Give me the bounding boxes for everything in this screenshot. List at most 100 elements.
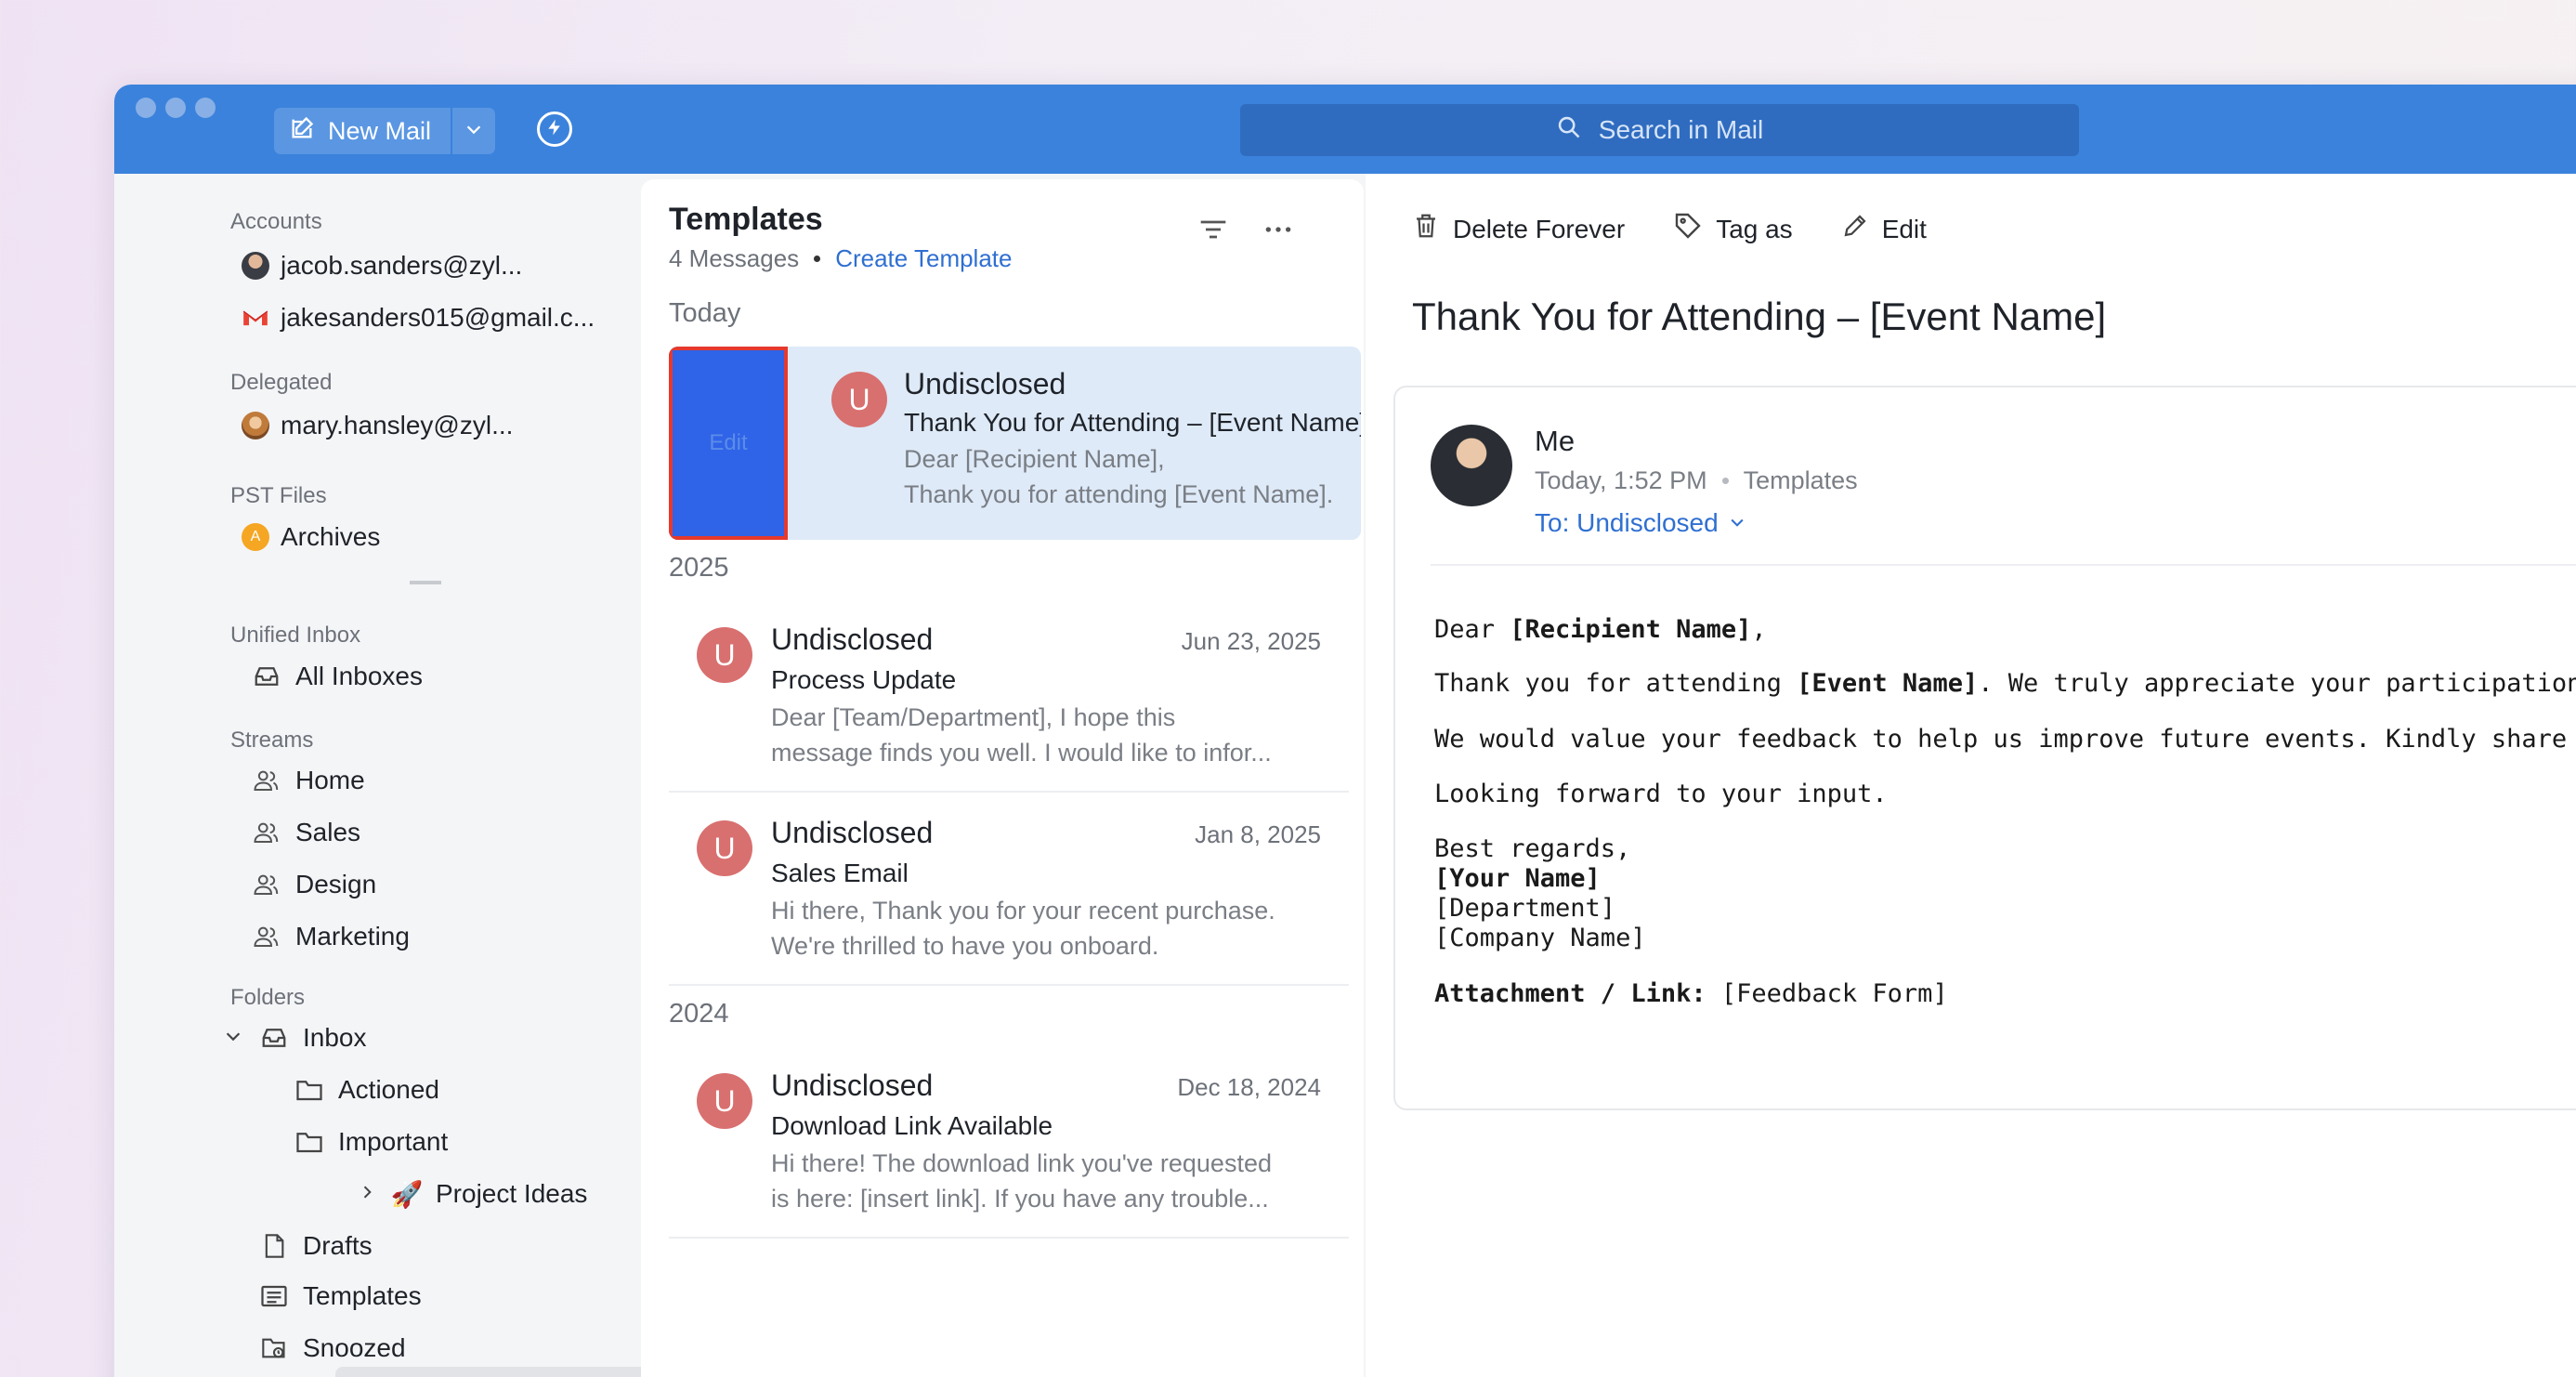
item-subject: Sales Email xyxy=(771,859,909,887)
body-attachment: Attachment / Link: [Feedback Form] xyxy=(1434,979,1948,1008)
folder-item-templates[interactable]: Templates xyxy=(258,1281,422,1311)
create-template-link[interactable]: Create Template xyxy=(835,244,1012,273)
folder-item-actioned[interactable]: Actioned xyxy=(294,1075,439,1105)
message-card: Me Today, 1:52 PM Templates To: Undisclo… xyxy=(1393,386,2576,1110)
folder-label: Templates xyxy=(303,1281,422,1310)
delete-forever-button[interactable]: Delete Forever xyxy=(1412,211,1625,247)
bolt-icon xyxy=(545,117,564,142)
stream-item-sales[interactable]: Sales xyxy=(251,818,360,847)
folder-item-project-ideas[interactable]: 🚀 Project Ideas xyxy=(358,1179,587,1209)
accounts-heading: Accounts xyxy=(230,209,322,234)
list-item[interactable]: U Undisclosed Jun 23, 2025 Process Updat… xyxy=(669,599,1349,793)
body-signature-dept: [Department] xyxy=(1434,894,1616,923)
row-divider xyxy=(669,1237,1349,1239)
pst-item-archives[interactable]: A Archives xyxy=(242,522,380,552)
minimize-window-button[interactable] xyxy=(165,98,186,118)
tag-as-button[interactable]: Tag as xyxy=(1673,211,1793,247)
delegated-item-mary[interactable]: mary.hansley@zyl... xyxy=(242,411,513,440)
sender-meta: Today, 1:52 PM Templates xyxy=(1535,466,1858,495)
folder-icon xyxy=(294,1076,325,1104)
list-item[interactable]: Edit U Undisclosed Thank You for Attendi… xyxy=(669,347,1361,540)
separator-dot xyxy=(1721,478,1729,484)
unified-inbox-heading: Unified Inbox xyxy=(230,623,361,648)
recipients-toggle[interactable]: To: Undisclosed xyxy=(1535,508,1746,538)
stream-label: Marketing xyxy=(295,922,410,951)
close-window-button[interactable] xyxy=(136,98,156,118)
body-bold: Attachment / Link: xyxy=(1434,979,1706,1008)
item-preview: Hi there! The download link you've reque… xyxy=(771,1146,1319,1216)
item-from: Undisclosed xyxy=(904,367,1066,400)
item-preview: Dear [Recipient Name], Thank you for att… xyxy=(904,441,1361,512)
swipe-edit-action[interactable]: Edit xyxy=(669,347,788,540)
stream-item-design[interactable]: Design xyxy=(251,870,376,899)
reader-toolbar: Delete Forever Tag as Edit xyxy=(1412,211,1927,247)
search-input[interactable]: Search in Mail xyxy=(1240,104,2079,156)
attachment-link[interactable]: [Feedback Form] xyxy=(1706,979,1948,1008)
message-folder: Templates xyxy=(1743,466,1858,494)
stream-label: Home xyxy=(295,766,365,794)
more-options-button[interactable] xyxy=(1263,216,1293,247)
folder-item-important[interactable]: Important xyxy=(294,1127,448,1157)
app-window: New Mail Search in Mail Accounts jacob.s… xyxy=(114,85,2576,1377)
message-list-panel: Templates 4 Messages Create Template Tod… xyxy=(641,179,1364,1377)
filter-button[interactable] xyxy=(1198,216,1228,247)
body-regards: Best regards, xyxy=(1434,834,1631,863)
item-preview-line: Thank you for attending [Event Name]. xyxy=(904,480,1334,508)
new-mail-options-button[interactable] xyxy=(451,108,495,154)
separator-dot xyxy=(814,256,821,262)
account-item-zylker[interactable]: jacob.sanders@zyl... xyxy=(242,251,522,281)
body-bold: [Recipient Name] xyxy=(1510,615,1752,644)
account-label: jacob.sanders@zyl... xyxy=(281,251,523,280)
body-text: . We truly appreciate your participation… xyxy=(1978,669,2576,698)
account-label: jakesanders015@gmail.c... xyxy=(281,303,595,332)
item-date: Jun 23, 2025 xyxy=(1181,627,1321,655)
item-date: Dec 18, 2024 xyxy=(1177,1073,1321,1101)
new-mail-button-group: New Mail xyxy=(274,108,495,154)
edit-button[interactable]: Edit xyxy=(1841,211,1927,247)
item-preview-line: is here: [insert link]. If you have any … xyxy=(771,1185,1269,1213)
list-item[interactable]: U Undisclosed Dec 18, 2024 Download Link… xyxy=(669,1045,1349,1239)
pst-heading: PST Files xyxy=(230,483,327,508)
sidebar-item-all-inboxes[interactable]: All Inboxes xyxy=(251,662,423,691)
folder-item-inbox[interactable]: Inbox xyxy=(223,1023,367,1053)
stream-item-home[interactable]: Home xyxy=(251,766,365,795)
body-greeting: Dear [Recipient Name], xyxy=(1434,615,1767,644)
body-text: Thank you for attending xyxy=(1434,669,1798,698)
item-subject: Thank You for Attending – [Event Name] xyxy=(904,408,1361,437)
folder-label: Drafts xyxy=(303,1231,373,1260)
inbox-tray-icon xyxy=(251,662,282,690)
body-text: Dear xyxy=(1434,615,1510,644)
title-bar: New Mail Search in Mail xyxy=(114,85,2576,174)
folder-label: Snoozed xyxy=(303,1333,406,1362)
group-header-2025: 2025 xyxy=(669,553,729,583)
chevron-down-icon[interactable] xyxy=(223,1023,247,1053)
item-from: Undisclosed xyxy=(771,816,934,849)
search-icon xyxy=(1556,114,1582,147)
rocket-icon: 🚀 xyxy=(390,1179,424,1209)
group-icon xyxy=(251,871,282,898)
tag-icon xyxy=(1673,211,1703,247)
pencil-icon xyxy=(1841,212,1869,246)
account-item-gmail[interactable]: jakesanders015@gmail.c... xyxy=(242,303,595,333)
list-subheader: 4 Messages Create Template xyxy=(669,244,1012,273)
new-mail-button[interactable]: New Mail xyxy=(274,108,451,154)
recipients-label: To: Undisclosed xyxy=(1535,508,1719,537)
body-line-2: We would value your feedback to help us … xyxy=(1434,725,2576,754)
quick-actions-button[interactable] xyxy=(537,111,572,147)
zoom-window-button[interactable] xyxy=(195,98,216,118)
sender-avatar xyxy=(1431,425,1512,506)
sender-avatar: U xyxy=(697,1073,752,1129)
group-icon xyxy=(251,767,282,794)
delegated-avatar xyxy=(242,412,269,439)
search-placeholder: Search in Mail xyxy=(1598,115,1764,144)
stream-item-marketing[interactable]: Marketing xyxy=(251,922,410,951)
row-divider xyxy=(669,984,1349,986)
folder-label: Inbox xyxy=(303,1023,367,1052)
sidebar-resize-grip[interactable] xyxy=(410,581,441,584)
sender-name: Me xyxy=(1535,425,1576,457)
draft-icon xyxy=(258,1232,290,1260)
folder-item-snoozed[interactable]: Snoozed xyxy=(258,1333,406,1363)
chevron-right-icon[interactable] xyxy=(358,1179,380,1209)
folder-item-drafts[interactable]: Drafts xyxy=(258,1231,373,1261)
list-item[interactable]: U Undisclosed Jan 8, 2025 Sales Email Hi… xyxy=(669,793,1349,986)
